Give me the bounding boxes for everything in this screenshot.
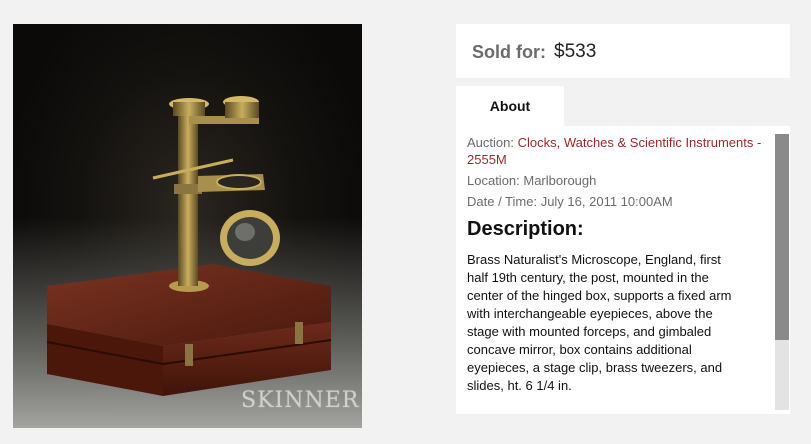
item-photo[interactable]: SKINNER: [13, 24, 362, 428]
auction-line: Auction: Clocks, Watches & Scientific In…: [467, 134, 763, 168]
microscope-illustration: [46, 96, 332, 396]
auction-prefix: Auction:: [467, 135, 518, 150]
tab-about[interactable]: About: [456, 86, 564, 126]
sold-label: Sold for:: [472, 42, 546, 62]
about-panel: Auction: Clocks, Watches & Scientific In…: [456, 126, 790, 414]
about-content: Auction: Clocks, Watches & Scientific In…: [467, 134, 763, 395]
sold-price-panel: Sold for: $533: [456, 24, 790, 78]
scrollbar-track[interactable]: [775, 134, 789, 410]
scrollbar-thumb[interactable]: [775, 134, 789, 340]
datetime-text: Date / Time: July 16, 2011 10:00AM: [467, 194, 673, 209]
description-heading: Description:: [467, 218, 584, 240]
clasp-left: [185, 344, 193, 366]
sold-price: $533: [554, 41, 597, 62]
location-text: Location: Marlborough: [467, 173, 597, 188]
photo-watermark: SKINNER: [241, 388, 360, 413]
clasp-right: [295, 322, 303, 344]
description-text: Brass Naturalist's Microscope, England, …: [467, 252, 732, 393]
